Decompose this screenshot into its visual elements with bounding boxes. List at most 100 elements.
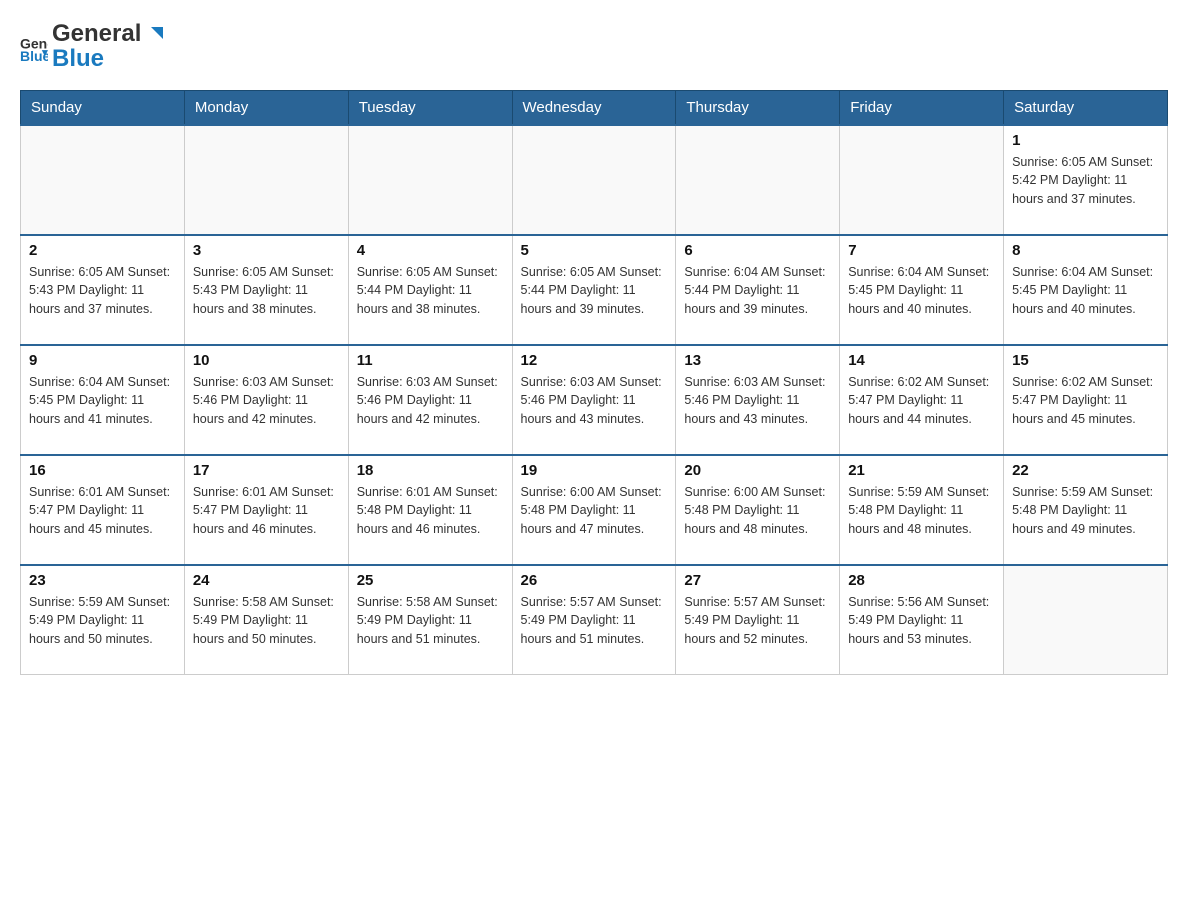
day-info: Sunrise: 6:04 AM Sunset: 5:45 PM Dayligh… (1012, 263, 1159, 319)
day-info: Sunrise: 6:05 AM Sunset: 5:43 PM Dayligh… (29, 263, 176, 319)
day-number: 22 (1012, 462, 1159, 479)
calendar-cell: 19 Sunrise: 6:00 AM Sunset: 5:48 PM Dayli… (512, 455, 676, 565)
calendar-cell: 25 Sunrise: 5:58 AM Sunset: 5:49 PM Dayli… (348, 565, 512, 675)
day-info: Sunrise: 6:02 AM Sunset: 5:47 PM Dayligh… (848, 373, 995, 429)
day-number: 6 (684, 242, 831, 259)
day-number: 8 (1012, 242, 1159, 259)
day-number: 24 (193, 572, 340, 589)
day-info: Sunrise: 5:58 AM Sunset: 5:49 PM Dayligh… (193, 593, 340, 649)
day-info: Sunrise: 6:02 AM Sunset: 5:47 PM Dayligh… (1012, 373, 1159, 429)
day-number: 15 (1012, 352, 1159, 369)
day-info: Sunrise: 5:56 AM Sunset: 5:49 PM Dayligh… (848, 593, 995, 649)
logo-blue: Blue (52, 45, 165, 74)
day-info: Sunrise: 5:58 AM Sunset: 5:49 PM Dayligh… (357, 593, 504, 649)
calendar-cell: 8 Sunrise: 6:04 AM Sunset: 5:45 PM Daylig… (1004, 235, 1168, 345)
calendar-cell: 24 Sunrise: 5:58 AM Sunset: 5:49 PM Dayli… (184, 565, 348, 675)
day-number: 2 (29, 242, 176, 259)
logo-icon: General Blue (20, 33, 48, 61)
day-info: Sunrise: 6:01 AM Sunset: 5:47 PM Dayligh… (29, 483, 176, 539)
calendar-cell: 13Sunrise: 6:03 AM Sunset: 5:46 PM Dayli… (676, 345, 840, 455)
day-info: Sunrise: 6:05 AM Sunset: 5:42 PM Dayligh… (1012, 153, 1159, 209)
day-info: Sunrise: 6:03 AM Sunset: 5:46 PM Dayligh… (357, 373, 504, 429)
day-info: Sunrise: 6:04 AM Sunset: 5:45 PM Dayligh… (29, 373, 176, 429)
calendar-week-row: 23 Sunrise: 5:59 AM Sunset: 5:49 PM Dayli… (21, 565, 1168, 675)
calendar-cell (512, 125, 676, 235)
calendar-cell: 6 Sunrise: 6:04 AM Sunset: 5:44 PM Daylig… (676, 235, 840, 345)
day-number: 5 (521, 242, 668, 259)
day-number: 11 (357, 352, 504, 369)
calendar-cell: 27 Sunrise: 5:57 AM Sunset: 5:49 PM Dayli… (676, 565, 840, 675)
calendar-header-row: SundayMondayTuesdayWednesdayThursdayFrid… (21, 90, 1168, 125)
day-number: 25 (357, 572, 504, 589)
calendar-week-row: 16 Sunrise: 6:01 AM Sunset: 5:47 PM Dayli… (21, 455, 1168, 565)
calendar-cell: 17 Sunrise: 6:01 AM Sunset: 5:47 PM Dayli… (184, 455, 348, 565)
calendar-cell: 4Sunrise: 6:05 AM Sunset: 5:44 PM Daylig… (348, 235, 512, 345)
day-number: 7 (848, 242, 995, 259)
calendar-cell: 20Sunrise: 6:00 AM Sunset: 5:48 PM Dayli… (676, 455, 840, 565)
logo-triangle-icon (143, 23, 165, 45)
calendar-cell: 16 Sunrise: 6:01 AM Sunset: 5:47 PM Dayli… (21, 455, 185, 565)
calendar-cell (676, 125, 840, 235)
calendar-cell: 3Sunrise: 6:05 AM Sunset: 5:43 PM Daylig… (184, 235, 348, 345)
calendar-cell: 22 Sunrise: 5:59 AM Sunset: 5:48 PM Dayli… (1004, 455, 1168, 565)
column-header-saturday: Saturday (1004, 90, 1168, 125)
day-number: 19 (521, 462, 668, 479)
day-number: 1 (1012, 132, 1159, 149)
calendar-cell: 10 Sunrise: 6:03 AM Sunset: 5:46 PM Dayli… (184, 345, 348, 455)
calendar-cell: 11 Sunrise: 6:03 AM Sunset: 5:46 PM Dayli… (348, 345, 512, 455)
calendar-cell (184, 125, 348, 235)
day-number: 9 (29, 352, 176, 369)
calendar-cell (1004, 565, 1168, 675)
calendar-week-row: 1 Sunrise: 6:05 AM Sunset: 5:42 PM Daylig… (21, 125, 1168, 235)
column-header-monday: Monday (184, 90, 348, 125)
day-info: Sunrise: 6:00 AM Sunset: 5:48 PM Dayligh… (684, 483, 831, 539)
day-info: Sunrise: 6:00 AM Sunset: 5:48 PM Dayligh… (521, 483, 668, 539)
calendar-cell: 12Sunrise: 6:03 AM Sunset: 5:46 PM Dayli… (512, 345, 676, 455)
calendar-cell (21, 125, 185, 235)
calendar-week-row: 2 Sunrise: 6:05 AM Sunset: 5:43 PM Daylig… (21, 235, 1168, 345)
column-header-thursday: Thursday (676, 90, 840, 125)
calendar-week-row: 9 Sunrise: 6:04 AM Sunset: 5:45 PM Daylig… (21, 345, 1168, 455)
day-info: Sunrise: 5:57 AM Sunset: 5:49 PM Dayligh… (684, 593, 831, 649)
day-info: Sunrise: 5:59 AM Sunset: 5:48 PM Dayligh… (1012, 483, 1159, 539)
day-number: 21 (848, 462, 995, 479)
day-info: Sunrise: 5:57 AM Sunset: 5:49 PM Dayligh… (521, 593, 668, 649)
day-info: Sunrise: 6:05 AM Sunset: 5:43 PM Dayligh… (193, 263, 340, 319)
svg-text:Blue: Blue (20, 48, 48, 61)
calendar-table: SundayMondayTuesdayWednesdayThursdayFrid… (20, 90, 1168, 676)
page-header: General Blue General Blue (20, 20, 1168, 74)
day-info: Sunrise: 5:59 AM Sunset: 5:49 PM Dayligh… (29, 593, 176, 649)
day-number: 10 (193, 352, 340, 369)
day-number: 28 (848, 572, 995, 589)
calendar-cell (840, 125, 1004, 235)
day-number: 27 (684, 572, 831, 589)
day-info: Sunrise: 6:04 AM Sunset: 5:44 PM Dayligh… (684, 263, 831, 319)
calendar-cell: 7 Sunrise: 6:04 AM Sunset: 5:45 PM Daylig… (840, 235, 1004, 345)
day-number: 17 (193, 462, 340, 479)
day-info: Sunrise: 6:04 AM Sunset: 5:45 PM Dayligh… (848, 263, 995, 319)
day-info: Sunrise: 6:05 AM Sunset: 5:44 PM Dayligh… (521, 263, 668, 319)
calendar-cell: 23 Sunrise: 5:59 AM Sunset: 5:49 PM Dayli… (21, 565, 185, 675)
calendar-cell: 28 Sunrise: 5:56 AM Sunset: 5:49 PM Dayli… (840, 565, 1004, 675)
day-number: 14 (848, 352, 995, 369)
day-number: 13 (684, 352, 831, 369)
day-info: Sunrise: 6:03 AM Sunset: 5:46 PM Dayligh… (521, 373, 668, 429)
calendar-cell: 1 Sunrise: 6:05 AM Sunset: 5:42 PM Daylig… (1004, 125, 1168, 235)
day-info: Sunrise: 6:01 AM Sunset: 5:47 PM Dayligh… (193, 483, 340, 539)
day-number: 16 (29, 462, 176, 479)
calendar-cell: 9 Sunrise: 6:04 AM Sunset: 5:45 PM Daylig… (21, 345, 185, 455)
column-header-friday: Friday (840, 90, 1004, 125)
calendar-cell: 15 Sunrise: 6:02 AM Sunset: 5:47 PM Dayli… (1004, 345, 1168, 455)
logo: General Blue General Blue (20, 20, 165, 74)
column-header-wednesday: Wednesday (512, 90, 676, 125)
day-info: Sunrise: 6:01 AM Sunset: 5:48 PM Dayligh… (357, 483, 504, 539)
day-number: 23 (29, 572, 176, 589)
day-number: 26 (521, 572, 668, 589)
calendar-cell: 26 Sunrise: 5:57 AM Sunset: 5:49 PM Dayli… (512, 565, 676, 675)
calendar-cell (348, 125, 512, 235)
column-header-sunday: Sunday (21, 90, 185, 125)
day-info: Sunrise: 6:03 AM Sunset: 5:46 PM Dayligh… (193, 373, 340, 429)
day-number: 4 (357, 242, 504, 259)
column-header-tuesday: Tuesday (348, 90, 512, 125)
calendar-cell: 18Sunrise: 6:01 AM Sunset: 5:48 PM Dayli… (348, 455, 512, 565)
